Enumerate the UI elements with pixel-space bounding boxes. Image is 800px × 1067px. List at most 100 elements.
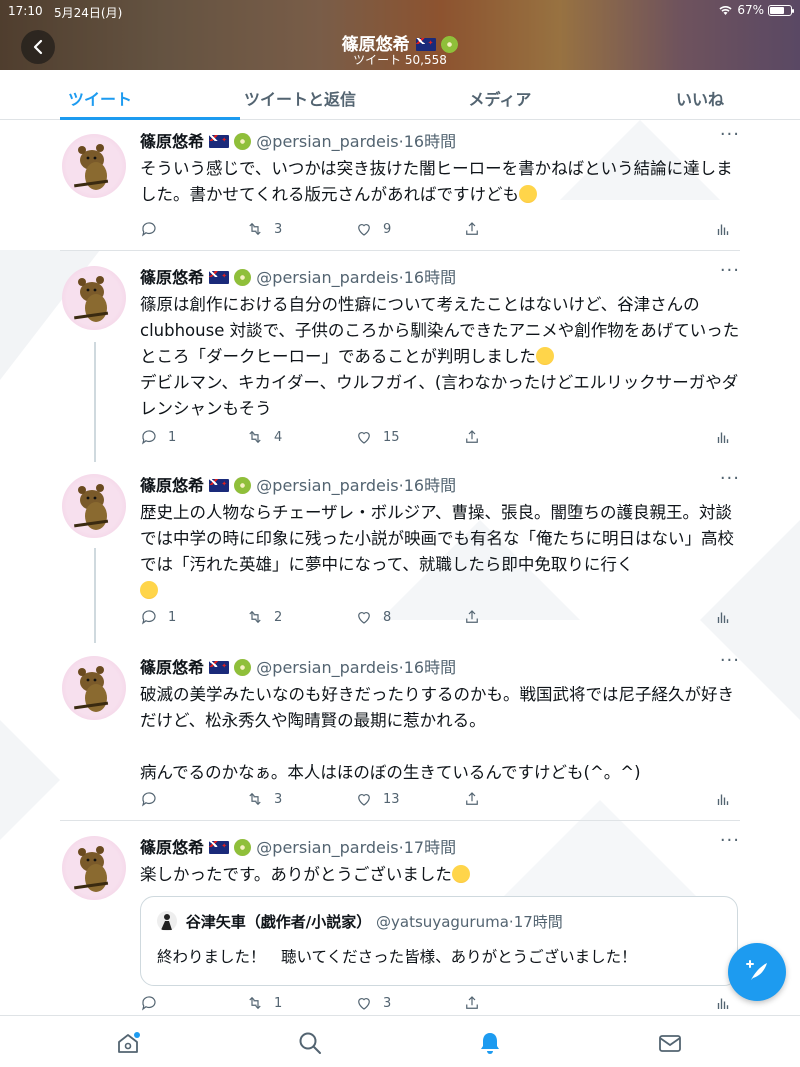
tweet-time[interactable]: 16時間 xyxy=(404,476,456,495)
quokka-avatar-icon xyxy=(74,846,109,892)
avatar[interactable] xyxy=(62,836,126,900)
author-name[interactable]: 篠原悠希 xyxy=(140,658,204,677)
more-options-icon[interactable]: ··· xyxy=(720,830,740,851)
profile-tabs: ツイート ツイートと返信 メディア いいね xyxy=(0,70,800,120)
quoted-author-handle: @yatsuyaguruma xyxy=(376,913,509,931)
tweet-text: 楽しかったです。ありがとうございました xyxy=(140,862,740,888)
nav-search[interactable] xyxy=(297,1030,323,1056)
author-handle: @persian_pardeis xyxy=(256,658,399,677)
retweet-icon xyxy=(249,222,261,236)
tab-tweets[interactable]: ツイート xyxy=(0,70,240,120)
nav-home[interactable] xyxy=(115,1030,141,1056)
tweet-actions: 1 2 8 xyxy=(140,608,740,628)
like-button[interactable]: 15 xyxy=(355,428,400,446)
reply-button[interactable] xyxy=(140,220,168,238)
share-icon xyxy=(466,996,478,1009)
like-button[interactable]: 9 xyxy=(355,220,391,238)
tweet-time[interactable]: 16時間 xyxy=(404,268,456,287)
author-name[interactable]: 篠原悠希 xyxy=(140,132,204,151)
like-button[interactable]: 3 xyxy=(355,994,391,1012)
tweet[interactable]: 篠原悠希 @persian_pardeis·16時間 ··· 歴史上の人物ならチ… xyxy=(60,466,740,636)
retweet-button[interactable]: 2 xyxy=(246,608,282,626)
tweet[interactable]: 篠原悠希 @persian_pardeis·17時間 ··· 楽しかったです。あ… xyxy=(60,828,740,1015)
quoted-author-name: 谷津矢車（戯作者/小説家） xyxy=(185,913,372,931)
share-icon xyxy=(466,792,478,805)
analytics-icon xyxy=(717,998,729,1009)
analytics-button[interactable] xyxy=(714,994,732,1012)
smiling-face-emoji xyxy=(451,865,470,883)
reply-icon xyxy=(142,792,156,807)
tweet-actions: 1 3 xyxy=(140,994,740,1014)
author-handle: @persian_pardeis xyxy=(256,132,399,151)
more-options-icon[interactable]: ··· xyxy=(720,124,740,145)
share-icon xyxy=(466,430,478,443)
reply-button[interactable] xyxy=(140,994,168,1012)
tab-likes[interactable]: いいね xyxy=(600,70,800,119)
reply-button[interactable] xyxy=(140,790,168,808)
analytics-button[interactable] xyxy=(714,790,732,808)
author-name[interactable]: 篠原悠希 xyxy=(140,476,204,495)
avatar[interactable] xyxy=(62,474,126,538)
share-button[interactable] xyxy=(463,220,481,238)
retweet-count: 1 xyxy=(274,995,283,1011)
share-button[interactable] xyxy=(463,428,481,446)
share-button[interactable] xyxy=(463,994,481,1012)
quoted-tweet-header: 谷津矢車（戯作者/小説家） @yatsuyaguruma·17時間 xyxy=(157,911,563,932)
compose-tweet-button[interactable] xyxy=(728,943,786,1001)
like-count: 13 xyxy=(383,791,400,807)
share-button[interactable] xyxy=(463,790,481,808)
like-icon xyxy=(358,998,370,1010)
avatar[interactable] xyxy=(62,134,126,198)
author-name[interactable]: 篠原悠希 xyxy=(140,838,204,857)
retweet-button[interactable]: 3 xyxy=(246,220,282,238)
sweat-smile-emoji xyxy=(140,581,158,599)
reply-button[interactable]: 1 xyxy=(140,428,176,446)
tweet-time[interactable]: 16時間 xyxy=(404,658,456,677)
divider xyxy=(60,820,740,821)
more-options-icon[interactable]: ··· xyxy=(720,468,740,489)
tweet-time[interactable]: 17時間 xyxy=(404,838,456,857)
reply-icon xyxy=(142,430,156,445)
retweet-button[interactable]: 3 xyxy=(246,790,282,808)
analytics-button[interactable] xyxy=(714,220,732,238)
analytics-button[interactable] xyxy=(714,608,732,626)
avatar[interactable] xyxy=(62,656,126,720)
nav-messages[interactable] xyxy=(657,1030,683,1056)
like-button[interactable]: 13 xyxy=(355,790,400,808)
reply-icon xyxy=(142,610,156,625)
quoted-tweet-time: 17時間 xyxy=(513,913,563,931)
tweet-header: 篠原悠希 @persian_pardeis·16時間 xyxy=(140,264,456,288)
reply-button[interactable]: 1 xyxy=(140,608,176,626)
retweet-button[interactable]: 1 xyxy=(246,994,282,1012)
tab-tweets-replies[interactable]: ツイートと返信 xyxy=(200,70,400,119)
home-icon xyxy=(118,1032,140,1053)
tears-of-joy-emoji xyxy=(535,347,554,365)
like-icon xyxy=(358,794,370,806)
like-count: 3 xyxy=(383,995,392,1011)
retweet-button[interactable]: 4 xyxy=(246,428,282,446)
tab-media[interactable]: メディア xyxy=(400,70,600,119)
avatar[interactable] xyxy=(62,266,126,330)
divider xyxy=(60,250,740,251)
more-options-icon[interactable]: ··· xyxy=(720,260,740,281)
quoted-tweet-text: 終わりました！ 聴いてくださった皆様、ありがとうございました！ xyxy=(157,948,637,966)
quoted-tweet[interactable]: 谷津矢車（戯作者/小説家） @yatsuyaguruma·17時間 終わりました… xyxy=(140,896,738,986)
tweet-time[interactable]: 16時間 xyxy=(404,132,456,151)
relieved-face-emoji xyxy=(519,185,538,203)
tweet[interactable]: 篠原悠希 @persian_pardeis·16時間 ··· 篠原は創作における… xyxy=(60,258,740,458)
more-options-icon[interactable]: ··· xyxy=(720,650,740,671)
share-button[interactable] xyxy=(463,608,481,626)
reply-count: 1 xyxy=(168,429,177,445)
tweet-header: 篠原悠希 @persian_pardeis·16時間 xyxy=(140,654,456,678)
analytics-icon xyxy=(717,794,729,805)
like-count: 15 xyxy=(383,429,400,445)
author-name[interactable]: 篠原悠希 xyxy=(140,268,204,287)
analytics-button[interactable] xyxy=(714,428,732,446)
like-icon xyxy=(358,224,370,236)
tweet[interactable]: 篠原悠希 @persian_pardeis·16時間 ··· そういう感じで、い… xyxy=(60,122,740,250)
author-handle: @persian_pardeis xyxy=(256,476,399,495)
nav-notifications[interactable] xyxy=(477,1030,503,1056)
kiwi-icon xyxy=(234,839,252,856)
like-button[interactable]: 8 xyxy=(355,608,391,626)
tweet[interactable]: 篠原悠希 @persian_pardeis·16時間 ··· 破滅の美学みたいな… xyxy=(60,648,740,816)
